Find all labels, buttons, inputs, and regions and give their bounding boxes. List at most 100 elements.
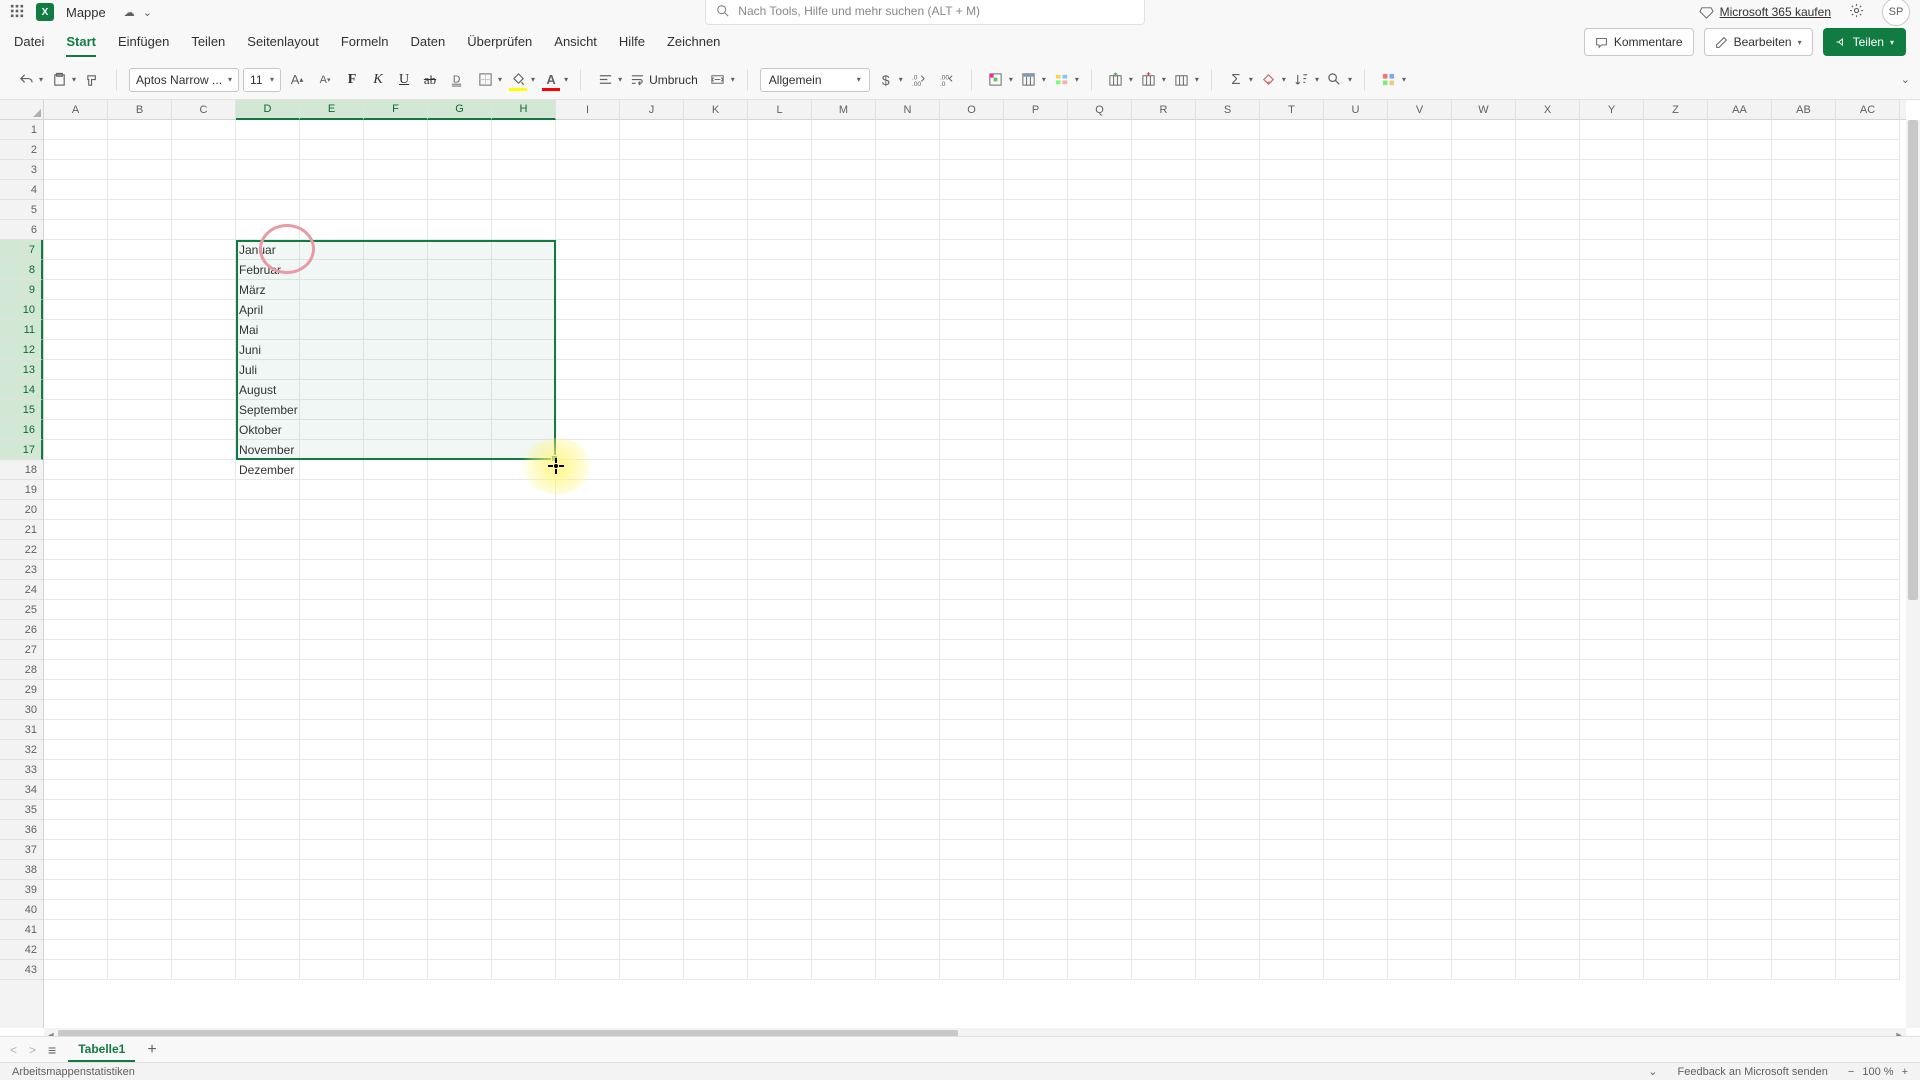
cell-S34[interactable]: [1196, 780, 1260, 800]
cell-E29[interactable]: [300, 680, 364, 700]
cell-O6[interactable]: [940, 220, 1004, 240]
col-header-U[interactable]: U: [1324, 100, 1388, 120]
help-shortcuts-icon[interactable]: ⌄: [1648, 1065, 1657, 1078]
cell-Q35[interactable]: [1068, 800, 1132, 820]
cell-AC16[interactable]: [1836, 420, 1900, 440]
cell-I30[interactable]: [556, 700, 620, 720]
cell-P7[interactable]: [1004, 240, 1068, 260]
menu-tab-einfügen[interactable]: Einfügen: [118, 28, 169, 57]
cell-O37[interactable]: [940, 840, 1004, 860]
row-header-36[interactable]: 36: [0, 820, 43, 840]
cell-Q7[interactable]: [1068, 240, 1132, 260]
cell-D14[interactable]: August: [236, 380, 300, 400]
cell-Z17[interactable]: [1644, 440, 1708, 460]
cell-U3[interactable]: [1324, 160, 1388, 180]
cell-M6[interactable]: [812, 220, 876, 240]
cell-N20[interactable]: [876, 500, 940, 520]
cell-A19[interactable]: [44, 480, 108, 500]
cell-Z22[interactable]: [1644, 540, 1708, 560]
cell-Q5[interactable]: [1068, 200, 1132, 220]
cell-B32[interactable]: [108, 740, 172, 760]
cell-A32[interactable]: [44, 740, 108, 760]
feedback-link[interactable]: Feedback an Microsoft senden: [1678, 1066, 1828, 1078]
cell-P12[interactable]: [1004, 340, 1068, 360]
cell-AC15[interactable]: [1836, 400, 1900, 420]
cell-G2[interactable]: [428, 140, 492, 160]
cell-Q12[interactable]: [1068, 340, 1132, 360]
cell-O8[interactable]: [940, 260, 1004, 280]
cell-J35[interactable]: [620, 800, 684, 820]
cell-V38[interactable]: [1388, 860, 1452, 880]
format-painter-button[interactable]: [80, 68, 104, 92]
cell-O5[interactable]: [940, 200, 1004, 220]
cell-D24[interactable]: [236, 580, 300, 600]
cell-Y20[interactable]: [1580, 500, 1644, 520]
row-header-29[interactable]: 29: [0, 680, 43, 700]
cell-AC25[interactable]: [1836, 600, 1900, 620]
cell-Q8[interactable]: [1068, 260, 1132, 280]
cell-B30[interactable]: [108, 700, 172, 720]
cell-A25[interactable]: [44, 600, 108, 620]
cell-X39[interactable]: [1516, 880, 1580, 900]
cell-AC43[interactable]: [1836, 960, 1900, 980]
cell-Z28[interactable]: [1644, 660, 1708, 680]
cell-AC24[interactable]: [1836, 580, 1900, 600]
cell-AB39[interactable]: [1772, 880, 1836, 900]
cell-Y43[interactable]: [1580, 960, 1644, 980]
cell-K32[interactable]: [684, 740, 748, 760]
cell-L18[interactable]: [748, 460, 812, 480]
cell-W2[interactable]: [1452, 140, 1516, 160]
cell-C29[interactable]: [172, 680, 236, 700]
cell-E19[interactable]: [300, 480, 364, 500]
cell-U23[interactable]: [1324, 560, 1388, 580]
row-header-31[interactable]: 31: [0, 720, 43, 740]
vscroll-thumb[interactable]: [1908, 120, 1918, 600]
cell-N41[interactable]: [876, 920, 940, 940]
cell-F37[interactable]: [364, 840, 428, 860]
cell-G33[interactable]: [428, 760, 492, 780]
cell-J17[interactable]: [620, 440, 684, 460]
cell-O10[interactable]: [940, 300, 1004, 320]
cell-S27[interactable]: [1196, 640, 1260, 660]
cell-K21[interactable]: [684, 520, 748, 540]
cell-J33[interactable]: [620, 760, 684, 780]
user-avatar[interactable]: SP: [1882, 0, 1910, 26]
cell-N22[interactable]: [876, 540, 940, 560]
cell-Q26[interactable]: [1068, 620, 1132, 640]
cell-R2[interactable]: [1132, 140, 1196, 160]
cell-R4[interactable]: [1132, 180, 1196, 200]
cell-A36[interactable]: [44, 820, 108, 840]
cell-N5[interactable]: [876, 200, 940, 220]
cell-L40[interactable]: [748, 900, 812, 920]
cell-E12[interactable]: [300, 340, 364, 360]
cell-P43[interactable]: [1004, 960, 1068, 980]
cell-V30[interactable]: [1388, 700, 1452, 720]
cell-Z29[interactable]: [1644, 680, 1708, 700]
cell-AB38[interactable]: [1772, 860, 1836, 880]
cell-AA3[interactable]: [1708, 160, 1772, 180]
cell-P40[interactable]: [1004, 900, 1068, 920]
cell-AB15[interactable]: [1772, 400, 1836, 420]
cell-B21[interactable]: [108, 520, 172, 540]
cell-T13[interactable]: [1260, 360, 1324, 380]
cell-E40[interactable]: [300, 900, 364, 920]
cell-U35[interactable]: [1324, 800, 1388, 820]
cell-Z36[interactable]: [1644, 820, 1708, 840]
cell-M28[interactable]: [812, 660, 876, 680]
cell-O28[interactable]: [940, 660, 1004, 680]
cell-P30[interactable]: [1004, 700, 1068, 720]
cell-D42[interactable]: [236, 940, 300, 960]
cell-P32[interactable]: [1004, 740, 1068, 760]
cell-W34[interactable]: [1452, 780, 1516, 800]
cell-I36[interactable]: [556, 820, 620, 840]
cell-L3[interactable]: [748, 160, 812, 180]
cell-AB36[interactable]: [1772, 820, 1836, 840]
cell-Y22[interactable]: [1580, 540, 1644, 560]
cell-T25[interactable]: [1260, 600, 1324, 620]
cell-H10[interactable]: [492, 300, 556, 320]
cell-J16[interactable]: [620, 420, 684, 440]
menu-tab-zeichnen[interactable]: Zeichnen: [667, 28, 720, 57]
cell-F32[interactable]: [364, 740, 428, 760]
cell-H39[interactable]: [492, 880, 556, 900]
cell-M9[interactable]: [812, 280, 876, 300]
